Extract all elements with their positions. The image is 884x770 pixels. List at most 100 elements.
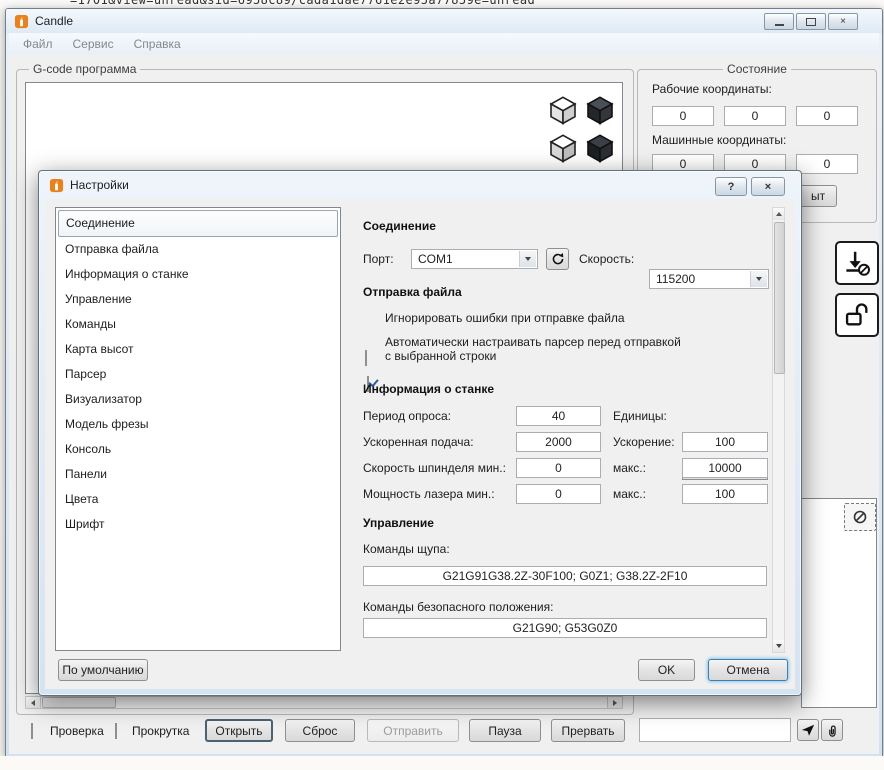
minimize-icon — [774, 24, 784, 26]
nav-parser[interactable]: Парсер — [56, 362, 340, 387]
ignore-errors-checkbox[interactable] — [365, 350, 367, 366]
hscroll-thumb[interactable] — [42, 697, 116, 708]
z-probe-button[interactable] — [835, 241, 879, 285]
left-arrow-icon — [31, 699, 35, 706]
reset-button[interactable]: Сброс — [285, 719, 355, 742]
cancel-button[interactable]: Отмена — [708, 659, 788, 681]
menu-service[interactable]: Сервис — [63, 35, 124, 53]
nav-font[interactable]: Шрифт — [56, 512, 340, 537]
right-arrow-icon — [613, 699, 617, 706]
dialog-title: Настройки — [70, 178, 129, 192]
dialog-help-button[interactable]: ? — [715, 177, 747, 196]
nav-visualizer[interactable]: Визуализатор — [56, 387, 340, 412]
abort-button[interactable]: Прервать — [551, 719, 625, 742]
restore-button[interactable] — [796, 13, 826, 30]
covered-button-fragment[interactable]: ыт — [799, 185, 837, 207]
baud-combobox[interactable]: 115200 — [649, 269, 769, 289]
close-button[interactable]: × — [828, 13, 858, 30]
nav-control[interactable]: Управление — [56, 287, 340, 312]
port-label: Порт: — [363, 252, 394, 266]
command-input[interactable] — [639, 718, 791, 742]
scroll-left-button[interactable] — [26, 697, 41, 708]
state-group-title: Состояние — [723, 62, 791, 76]
nav-colors[interactable]: Цвета — [56, 487, 340, 512]
console-panel-fragment — [801, 498, 877, 708]
laser-max-field[interactable]: 100 — [682, 484, 768, 504]
menu-file[interactable]: Файл — [13, 35, 63, 53]
down-arrow-icon — [775, 644, 782, 648]
laser-min-label: Мощность лазера мин.: — [363, 487, 495, 501]
window-title: Candle — [35, 14, 74, 28]
nav-file-send[interactable]: Отправка файла — [56, 237, 340, 262]
nav-commands[interactable]: Команды — [56, 312, 340, 337]
menu-help[interactable]: Справка — [124, 35, 191, 53]
console-clear-button[interactable] — [844, 503, 876, 531]
connection-header: Соединение — [363, 219, 436, 233]
close-icon: × — [840, 16, 846, 27]
check-mode-checkbox[interactable] — [31, 723, 33, 739]
defaults-button[interactable]: По умолчанию — [58, 659, 148, 681]
open-file-button[interactable]: Открыть — [205, 719, 273, 742]
nav-heightmap[interactable]: Карта высот — [56, 337, 340, 362]
window-titlebar[interactable]: Candle × — [6, 9, 882, 33]
laser-max-label: макс.: — [613, 487, 646, 501]
nav-machine-info[interactable]: Информация о станке — [56, 262, 340, 287]
scroll-down-button[interactable] — [773, 640, 784, 652]
background-bottom-strip — [0, 756, 884, 770]
chevron-down-icon[interactable] — [519, 251, 536, 267]
autoscroll-checkbox[interactable] — [115, 723, 117, 739]
rapid-feed-field[interactable]: 2000 — [516, 432, 601, 452]
gcode-group-title: G-code программа — [29, 62, 141, 76]
nav-tool-model[interactable]: Модель фрезы — [56, 412, 340, 437]
ok-button[interactable]: OK — [638, 659, 695, 681]
refresh-ports-button[interactable] — [546, 248, 569, 270]
poll-period-field[interactable]: 40 — [516, 406, 601, 426]
dialog-content: Соединение Отправка файла Информация о с… — [45, 199, 795, 689]
nav-console[interactable]: Консоль — [56, 437, 340, 462]
dialog-close-button[interactable]: × — [751, 177, 785, 196]
probe-commands-field[interactable]: G21G91G38.2Z-30F100; G0Z1; G38.2Z-2F10 — [363, 566, 767, 586]
view-cube-top-button[interactable] — [547, 94, 581, 128]
unlock-icon — [845, 303, 868, 326]
view-cube-iso-button[interactable] — [584, 94, 618, 128]
up-arrow-icon — [775, 212, 782, 216]
view-cube-front-button[interactable] — [547, 132, 581, 166]
laser-min-field[interactable]: 0 — [516, 484, 601, 504]
scroll-up-button[interactable] — [773, 208, 784, 220]
scroll-right-button[interactable] — [607, 697, 622, 708]
ignore-errors-label: Игнорировать ошибки при отправке файла — [385, 311, 625, 325]
pause-button[interactable]: Пауза — [469, 719, 541, 742]
spindle-min-field[interactable]: 0 — [516, 458, 601, 478]
baud-label: Скорость: — [579, 252, 635, 266]
cube-dark-icon — [586, 96, 614, 125]
settings-dialog: Настройки ? × Соединение Отправка файла … — [38, 170, 802, 696]
safe-position-field[interactable]: G21G90; G53G0Z0 — [363, 618, 767, 638]
rapid-feed-label: Ускоренная подача: — [363, 435, 474, 449]
view-cube-side-button[interactable] — [584, 132, 618, 166]
nav-connection[interactable]: Соединение — [58, 210, 338, 237]
acceleration-label: Ускорение: — [613, 435, 675, 449]
refresh-icon — [552, 253, 563, 265]
chevron-down-icon[interactable] — [750, 271, 767, 287]
vscroll-thumb[interactable] — [774, 222, 785, 374]
settings-vscrollbar[interactable] — [772, 207, 785, 653]
settings-panel: Соединение Порт: COM1 Скорость: 115200 О… — [353, 207, 787, 653]
acceleration-field[interactable]: 100 — [682, 432, 768, 452]
nav-panels[interactable]: Панели — [56, 462, 340, 487]
spindle-min-label: Скорость шпинделя мин.: — [363, 461, 506, 475]
attach-command-button[interactable] — [821, 719, 843, 741]
gcode-hscrollbar[interactable] — [25, 696, 623, 709]
machine-info-header: Информация о станке — [363, 382, 495, 396]
send-button[interactable]: Отправить — [367, 719, 459, 742]
paperclip-icon — [829, 725, 836, 737]
cube-dark-icon — [586, 134, 614, 163]
send-command-button[interactable] — [797, 719, 819, 741]
unlock-button[interactable] — [835, 293, 879, 337]
background-url-text: =1701&view=unread&sid=6958c89/cada1dae77… — [70, 0, 536, 7]
autoscroll-label: Прокрутка — [132, 724, 190, 738]
minimize-button[interactable] — [764, 13, 794, 30]
dialog-titlebar[interactable]: Настройки ? × — [39, 171, 801, 199]
spindle-max-field[interactable]: 10000 — [682, 458, 768, 478]
settings-nav-list: Соединение Отправка файла Информация о с… — [55, 207, 341, 651]
port-combobox[interactable]: COM1 — [411, 249, 538, 269]
